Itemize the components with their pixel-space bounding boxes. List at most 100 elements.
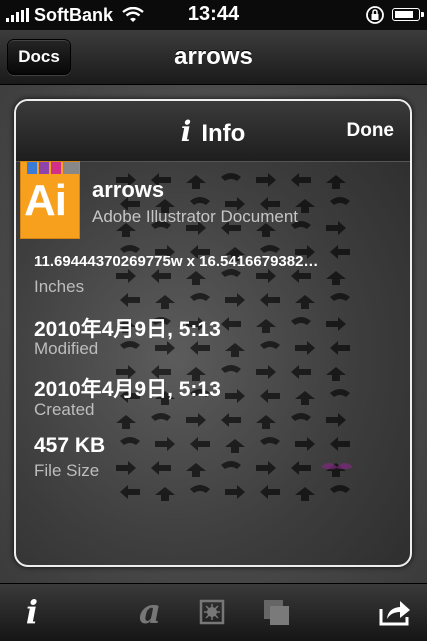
decorative-arrow [330,437,350,451]
decorative-arrow [155,341,175,355]
decorative-arrow [291,413,311,421]
rotation-lock-icon [366,6,384,24]
decorative-arrow [151,413,171,421]
decorative-arrow [151,461,171,475]
decorative-arrow [225,389,245,403]
decorative-arrow [190,197,210,205]
navigation-bar: Docs arrows [0,30,427,85]
decorative-arrow [295,295,315,309]
nav-title: arrows [174,43,253,70]
decorative-arrow [260,389,280,403]
battery-icon [392,8,424,21]
decorative-arrow [295,391,315,405]
decorative-arrow [120,293,140,307]
decorative-arrow [295,437,315,451]
decorative-arrow [326,271,346,285]
decorative-arrow [186,463,206,477]
decorative-arrow [295,341,315,355]
font-icon: a [138,592,162,632]
decorative-arrow [225,293,245,307]
decorative-arrow [291,317,311,325]
decorative-arrow [190,293,210,301]
info-button[interactable]: i [12,592,52,632]
decorative-arrow [295,199,315,213]
carrier-name: SoftBank [34,4,114,25]
decorative-arrow [225,343,245,357]
file-size-value: 457 KB [34,434,106,457]
decorative-arrow [330,485,350,493]
decorative-arrow [260,341,280,349]
decorative-arrow [291,173,311,187]
info-icon: i [180,115,192,148]
info-icon: i [25,593,39,631]
decorative-arrow [120,485,140,499]
decorative-arrow [291,269,311,283]
signal-strength-icon [6,8,29,22]
decorative-arrow [291,461,311,475]
decorative-arrow [221,317,241,331]
bottom-toolbar: i a [0,583,427,641]
share-button[interactable] [375,592,415,632]
dimensions-label: Inches [34,277,85,296]
decorative-arrow [330,197,350,205]
decorative-arrow [155,487,175,501]
decorative-arrow [221,413,241,427]
decorative-arrow [116,415,136,429]
image-button[interactable] [192,592,232,632]
decorative-arrow [221,173,241,181]
ai-icon-label: Ai [24,176,67,225]
decorative-arrow [225,439,245,453]
decorative-arrow [186,271,206,285]
info-panel-header: i Info Done [16,101,410,162]
info-panel: i Info Done Ai arrows Adobe Illustrator D… [14,99,412,567]
file-name: arrows [92,177,165,202]
decorative-arrow [291,365,311,379]
done-button[interactable]: Done [347,120,395,142]
decorative-arrow [155,295,175,309]
decorative-arrow [256,319,276,333]
created-value: 2010年4月9日, 5:13 [34,378,221,401]
decorative-arrow [190,437,210,451]
layers-button[interactable] [256,592,296,632]
decorative-arrow [260,437,280,445]
layers-icon [264,600,289,625]
decorative-arrow [256,365,276,379]
decorative-arrow [155,437,175,451]
share-icon [379,601,410,626]
modified-label: Modified [34,339,99,358]
decorative-arrow [326,221,346,235]
decorative-arrow [190,341,210,355]
status-bar: SoftBank 13:44 [0,0,427,30]
decorative-arrow [116,461,136,475]
wifi-icon [122,7,144,22]
decorative-arrow [326,175,346,189]
decorative-arrow [256,461,276,475]
decorative-arrow [151,269,171,283]
decorative-arrow [221,365,241,373]
decorative-arrow [326,367,346,381]
decorative-arrow [225,485,245,499]
decorative-arrow [330,245,350,259]
created-label: Created [34,400,95,419]
font-button[interactable]: a [130,592,170,632]
decorative-arrow [326,317,346,331]
decorative-arrow [330,389,350,397]
decorative-arrow [256,415,276,429]
decorative-arrow [120,245,140,253]
decorative-arrow [295,487,315,501]
decorative-arrow [186,175,206,189]
decorative-arrow [256,269,276,283]
decorative-arrow [330,341,350,355]
decorative-arrow [326,413,346,427]
decorative-arrow [221,269,241,277]
decorative-arrow [260,245,280,253]
decorative-arrow [116,269,136,283]
illustrator-file-icon: Ai [20,161,80,239]
decorative-arrow [256,173,276,187]
image-icon [199,599,225,625]
decorative-arrow [120,437,140,445]
decorative-arrow [221,461,241,469]
file-size-label: File Size [34,461,100,480]
info-title-text: Info [201,120,246,147]
decorative-arrow [330,293,350,301]
